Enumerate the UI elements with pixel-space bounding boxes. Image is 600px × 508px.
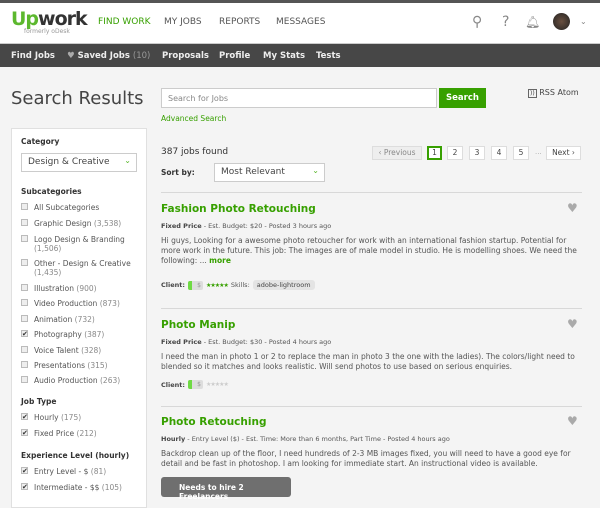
- advanced-search-link[interactable]: Advanced Search: [161, 114, 226, 123]
- nav-messages[interactable]: MESSAGES: [276, 17, 325, 27]
- nav-my-jobs[interactable]: MY JOBS: [164, 17, 202, 27]
- checkbox[interactable]: [21, 203, 28, 210]
- filter-checkbox[interactable]: All Subcategories: [21, 203, 152, 212]
- filter-checkbox[interactable]: Audio Production (263): [21, 376, 152, 385]
- client-info: Client: $ ★★★★★ Skills: adobe-lightroom: [161, 280, 315, 290]
- search-icon[interactable]: ⚲: [472, 14, 482, 30]
- save-job-heart-icon[interactable]: ♥: [567, 317, 578, 331]
- job-type-heading: Job Type: [21, 397, 57, 406]
- filter-checkbox[interactable]: ✔ Hourly (175): [21, 413, 152, 422]
- job-meta: Hourly - Entry Level ($) - Est. Time: Mo…: [161, 435, 450, 443]
- filter-checkbox[interactable]: ✔ Photography (387): [21, 330, 152, 339]
- checkbox[interactable]: [21, 235, 28, 242]
- nav-reports[interactable]: REPORTS: [219, 17, 260, 27]
- job-meta: Fixed Price - Est. Budget: $20 - Posted …: [161, 222, 332, 230]
- more-link[interactable]: more: [209, 256, 231, 265]
- page-3[interactable]: 3: [469, 146, 485, 160]
- checkbox[interactable]: [21, 315, 28, 322]
- sort-label: Sort by:: [161, 168, 195, 177]
- filter-checkbox[interactable]: Graphic Design (3,538): [21, 219, 152, 228]
- checkbox[interactable]: ✔: [21, 483, 28, 491]
- filter-checkbox[interactable]: ✔ Entry Level - $ (81): [21, 467, 152, 476]
- page-4[interactable]: 4: [491, 146, 507, 160]
- filter-checkbox[interactable]: Other - Design & Creative (1,435): [21, 259, 152, 277]
- chevron-down-icon: ⌄: [124, 156, 131, 165]
- checkbox[interactable]: [21, 284, 28, 291]
- job-title[interactable]: Photo Manip: [161, 319, 235, 331]
- search-button[interactable]: Search: [439, 88, 486, 108]
- category-select[interactable]: Design & Creative ⌄: [21, 153, 137, 172]
- filter-checkbox[interactable]: Presentations (315): [21, 361, 152, 370]
- checkbox[interactable]: [21, 376, 28, 383]
- checkbox[interactable]: ✔: [21, 413, 28, 421]
- skill-tag[interactable]: adobe-lightroom: [252, 280, 315, 290]
- chevron-down-icon[interactable]: ⌄: [580, 17, 587, 26]
- checkbox[interactable]: [21, 346, 28, 353]
- bell-icon[interactable]: 🔔︎: [525, 15, 540, 29]
- next-page-button[interactable]: Next ›: [546, 146, 581, 160]
- checkbox[interactable]: [21, 219, 28, 226]
- freelancers-needed-badge: Needs to hire 2 Freelancers: [161, 477, 291, 501]
- job-title[interactable]: Fashion Photo Retouching: [161, 203, 316, 215]
- page-5[interactable]: 5: [513, 146, 529, 160]
- subnav-my-stats[interactable]: My Stats: [263, 51, 305, 61]
- nav-find-work[interactable]: FIND WORK: [98, 17, 151, 27]
- filter-checkbox[interactable]: Illustration (900): [21, 284, 152, 293]
- pagination-ellipsis: ...: [535, 148, 542, 156]
- checkbox[interactable]: [21, 259, 28, 266]
- job-meta: Fixed Price - Est. Budget: $30 - Posted …: [161, 338, 332, 346]
- subcategories-heading: Subcategories: [21, 187, 82, 196]
- chevron-down-icon: ⌄: [312, 166, 319, 175]
- checkbox[interactable]: ✔: [21, 467, 28, 475]
- search-input[interactable]: [161, 88, 437, 108]
- page-1[interactable]: 1: [427, 146, 442, 160]
- job-description: I need the man in photo 1 or 2 to replac…: [161, 352, 575, 371]
- client-spend-badge: $: [187, 380, 203, 389]
- subnav-proposals[interactable]: Proposals: [162, 51, 209, 61]
- checkbox[interactable]: [21, 361, 28, 368]
- heart-icon: ♥: [67, 51, 75, 61]
- page-title: Search Results: [11, 88, 144, 109]
- checkbox[interactable]: ✔: [21, 429, 28, 437]
- filter-checkbox[interactable]: Logo Design & Branding (1,506): [21, 235, 152, 253]
- job-description: Hi guys, Looking for a awesome photo ret…: [161, 236, 577, 265]
- job-title[interactable]: Photo Retouching: [161, 416, 266, 428]
- divider: [161, 406, 582, 407]
- rss-link[interactable]: )) RSS Atom: [528, 88, 579, 98]
- filter-checkbox[interactable]: Animation (732): [21, 315, 152, 324]
- sort-select[interactable]: Most Relevant ⌄: [214, 163, 325, 182]
- divider: [161, 308, 582, 309]
- checkbox[interactable]: ✔: [21, 330, 28, 338]
- results-count: 387 jobs found: [161, 147, 229, 157]
- save-job-heart-icon[interactable]: ♥: [567, 201, 578, 215]
- save-job-heart-icon[interactable]: ♥: [567, 414, 578, 428]
- help-icon[interactable]: ?: [502, 14, 509, 30]
- job-description: Backdrop clean up of the floor, I need h…: [161, 449, 571, 468]
- client-rating-stars: ★★★★★: [205, 281, 229, 289]
- upwork-logo[interactable]: Upwork: [11, 8, 88, 30]
- page-2[interactable]: 2: [447, 146, 463, 160]
- logo-subtitle: formerly oDesk: [24, 28, 70, 35]
- subnav-find-jobs[interactable]: Find Jobs: [11, 51, 55, 61]
- filter-checkbox[interactable]: Voice Talent (328): [21, 346, 152, 355]
- previous-page-button[interactable]: ‹ Previous: [372, 146, 422, 160]
- category-heading: Category: [21, 137, 60, 146]
- subnav-profile[interactable]: Profile: [219, 51, 250, 61]
- client-spend-badge: $: [187, 280, 203, 290]
- filter-checkbox[interactable]: Video Production (873): [21, 299, 152, 308]
- subnav-tests[interactable]: Tests: [316, 51, 341, 61]
- client-rating-stars: ★★★★★: [205, 381, 229, 388]
- filter-checkbox[interactable]: ✔ Intermediate - $$ (105): [21, 483, 152, 492]
- checkbox[interactable]: [21, 299, 28, 306]
- avatar[interactable]: [553, 13, 570, 30]
- divider: [161, 192, 582, 193]
- subnav-saved-jobs[interactable]: ♥ Saved Jobs (10): [67, 51, 150, 61]
- rss-icon: )): [528, 89, 537, 98]
- client-info: Client: $ ★★★★★: [161, 380, 229, 389]
- experience-level-heading: Experience Level (hourly): [21, 451, 130, 460]
- filter-checkbox[interactable]: ✔ Fixed Price (212): [21, 429, 152, 438]
